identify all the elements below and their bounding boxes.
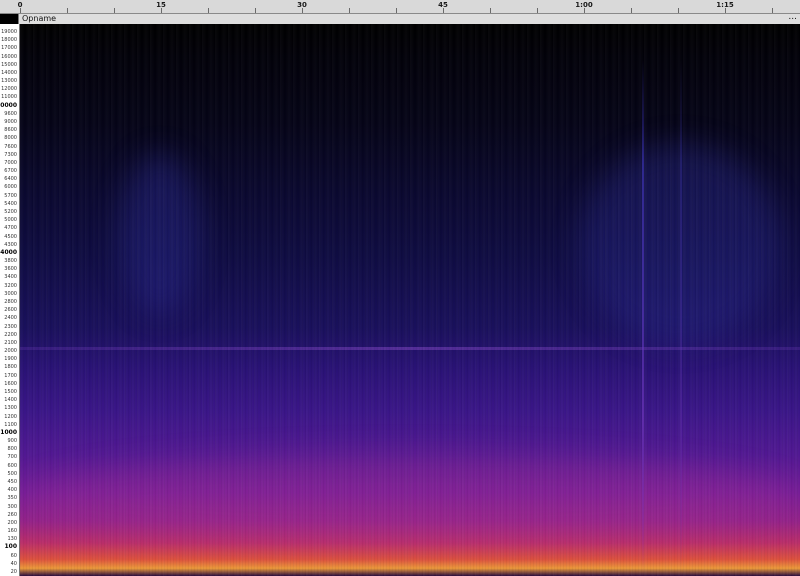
frequency-label: 3600: [4, 266, 17, 273]
spectrogram-view[interactable]: [20, 24, 800, 576]
frequency-label: 20: [10, 569, 17, 575]
ruler-tick: [678, 8, 679, 13]
frequency-label: 1900: [4, 356, 17, 363]
frequency-label: 1800: [4, 364, 17, 371]
ruler-tick: [114, 8, 115, 13]
frequency-label: 160: [7, 528, 17, 535]
frequency-label: 1700: [4, 372, 17, 379]
frequency-label: 1400: [4, 397, 17, 404]
frequency-label: 1600: [4, 380, 17, 387]
frequency-label: 600: [7, 462, 17, 469]
frequency-label: 3200: [4, 282, 17, 289]
ruler-tick: [537, 8, 538, 13]
ruler-label: 15: [156, 1, 166, 9]
frequency-label: 6000: [4, 184, 17, 191]
ruler-label: 1:00: [575, 1, 593, 9]
frequency-label: 2800: [4, 299, 17, 305]
frequency-label: 1300: [4, 405, 17, 412]
frequency-label: 1200: [4, 413, 17, 420]
frequency-label: 10000: [0, 101, 17, 109]
frequency-label: 9600: [4, 110, 17, 117]
frequency-label: 450: [7, 479, 17, 485]
frequency-label: 15000: [1, 61, 17, 68]
track-menu-button[interactable]: ...: [788, 12, 797, 22]
frequency-label: 800: [7, 446, 17, 453]
frequency-label: 3800: [4, 258, 17, 265]
ruler-label: 30: [297, 1, 307, 9]
frequency-label: 11000: [1, 94, 17, 101]
ruler-label: 0: [17, 1, 23, 9]
ruler-label: 45: [438, 1, 448, 9]
frequency-label: 7000: [4, 159, 17, 166]
frequency-label: 8000: [4, 135, 17, 142]
ruler-tick: [67, 8, 68, 13]
frequency-label: 100: [4, 543, 17, 551]
frequency-label: 1100: [4, 421, 17, 428]
frequency-label: 6400: [4, 176, 17, 183]
ruler-tick: [208, 8, 209, 13]
frequency-label: 700: [7, 454, 17, 461]
frequency-label: 5700: [4, 192, 17, 199]
ruler-tick: [349, 8, 350, 13]
frequency-label: 4300: [4, 241, 17, 248]
frequency-label: 3000: [4, 290, 17, 297]
frequency-label: 2300: [4, 323, 17, 330]
frequency-label: 2200: [4, 331, 17, 338]
frequency-label: 4500: [4, 233, 17, 240]
frequency-label: 1000: [0, 428, 17, 436]
ruler-tick: [631, 8, 632, 13]
frequency-scale: 19000 18000 17000 16000 15000 14000 13000 12000…: [0, 24, 20, 576]
ruler-tick: [490, 8, 491, 13]
frequency-label: 17000: [1, 45, 17, 52]
frequency-label: 18000: [1, 37, 17, 44]
frequency-label: 4700: [4, 225, 17, 232]
frequency-label: 7300: [4, 151, 17, 158]
frequency-label: 6700: [4, 168, 17, 175]
frequency-label: 13000: [1, 78, 17, 85]
frequency-label: 8600: [4, 127, 17, 134]
frequency-label: 3400: [4, 274, 17, 281]
frequency-label: 2600: [4, 307, 17, 314]
frequency-label: 500: [7, 470, 17, 477]
ruler-tick: [396, 8, 397, 13]
frequency-label: 40: [10, 560, 17, 567]
frequency-label: 16000: [1, 53, 17, 60]
frequency-label: 4000: [0, 248, 17, 256]
frequency-label: 60: [10, 552, 17, 559]
ruler-tick: [255, 8, 256, 13]
frequency-label: 200: [7, 519, 17, 526]
frequency-label: 5400: [4, 200, 17, 207]
frequency-label: 12000: [1, 86, 17, 93]
frequency-label: 2000: [4, 348, 17, 355]
frequency-label: 2100: [4, 339, 17, 346]
frequency-label: 350: [7, 495, 17, 502]
frequency-label: 9000: [4, 119, 17, 125]
frequency-label: 900: [7, 438, 17, 445]
spectrogram-noise-texture: [20, 24, 800, 576]
frequency-label: 2400: [4, 315, 17, 322]
frequency-label: 400: [7, 487, 17, 494]
frequency-label: 260: [7, 511, 17, 518]
frequency-label: 1500: [4, 389, 17, 395]
frequency-label: 300: [7, 503, 17, 510]
ruler-label: 1:15: [716, 1, 734, 9]
timeline-ruler[interactable]: 0 15 30 45 1:00 1:15: [0, 0, 800, 14]
frequency-label: 130: [7, 536, 17, 543]
frequency-label: 5000: [4, 217, 17, 224]
ruler-tick: [772, 8, 773, 13]
frequency-label: 7600: [4, 143, 17, 150]
frequency-label: 14000: [1, 69, 17, 76]
track-name: Opname: [22, 14, 57, 23]
frequency-label: 5200: [4, 209, 17, 215]
frequency-label: 19000: [1, 29, 17, 35]
